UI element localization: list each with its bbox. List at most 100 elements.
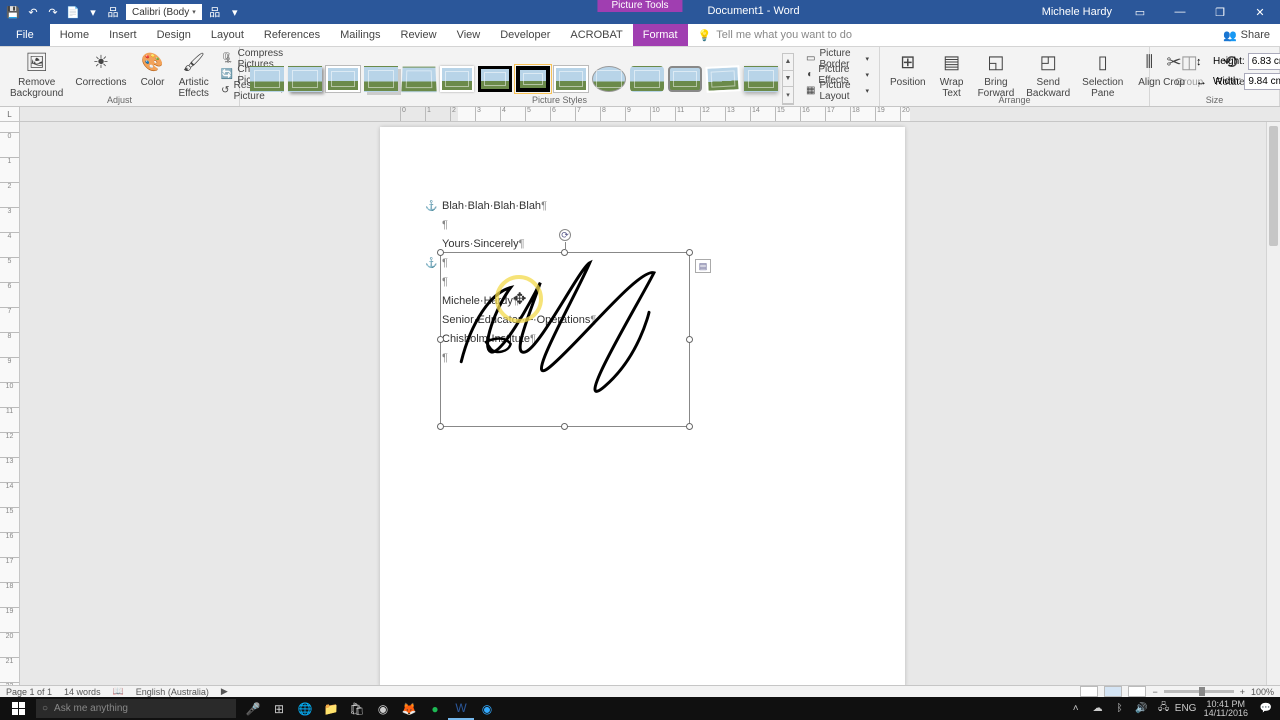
acrobat-tab[interactable]: ACROBAT: [560, 24, 632, 46]
review-tab[interactable]: Review: [391, 24, 447, 46]
restore-button[interactable]: ❐: [1200, 0, 1240, 24]
style-thumb[interactable]: [440, 66, 474, 92]
zoom-out-button[interactable]: −: [1152, 687, 1157, 697]
bluetooth-icon[interactable]: ᛒ: [1110, 697, 1130, 720]
zoom-level[interactable]: 100%: [1251, 687, 1274, 697]
position-button[interactable]: ⊞Position: [886, 49, 930, 90]
color-button[interactable]: 🎨Color: [135, 49, 171, 90]
clock[interactable]: 10:41 PM14/11/2016: [1198, 700, 1254, 718]
corrections-button[interactable]: ☀Corrections: [71, 49, 130, 90]
file-tab[interactable]: File: [0, 24, 50, 46]
vertical-ruler[interactable]: 012345678910111213141516171819202122: [0, 122, 20, 697]
resize-handle[interactable]: [686, 423, 693, 430]
cortana-search[interactable]: ○Ask me anything: [36, 699, 236, 718]
home-tab[interactable]: Home: [50, 24, 99, 46]
zoom-in-button[interactable]: +: [1240, 687, 1245, 697]
developer-tab[interactable]: Developer: [490, 24, 560, 46]
horizontal-ruler[interactable]: L 01234567891011121314151617181920: [0, 107, 1280, 122]
tell-me[interactable]: 💡Tell me what you want to do: [688, 24, 862, 46]
mailings-tab[interactable]: Mailings: [330, 24, 390, 46]
width-input[interactable]: [1244, 73, 1280, 90]
font-selector[interactable]: Calibri (Body: [126, 4, 202, 20]
word-count[interactable]: 14 words: [64, 687, 101, 697]
spotify-icon[interactable]: ●: [422, 697, 448, 720]
style-thumb[interactable]: [326, 66, 360, 92]
share-button[interactable]: 👥Share: [1213, 24, 1280, 46]
selected-picture[interactable]: ⟳ ▤: [440, 252, 690, 427]
read-mode-button[interactable]: [1080, 686, 1098, 697]
send-backward-button[interactable]: ◰Send Backward: [1022, 49, 1074, 101]
style-thumb[interactable]: [744, 66, 778, 92]
resize-handle[interactable]: [437, 336, 444, 343]
resize-handle[interactable]: [561, 423, 568, 430]
insert-tab[interactable]: Insert: [99, 24, 147, 46]
tray-up-icon[interactable]: ˄: [1066, 697, 1086, 720]
height-input[interactable]: [1248, 53, 1280, 70]
save-icon[interactable]: 💾: [6, 5, 20, 19]
resize-handle[interactable]: [437, 423, 444, 430]
wrap-text-button[interactable]: ▤Wrap Text: [934, 49, 970, 101]
remove-background-button[interactable]: 🖼Remove Background: [6, 49, 67, 101]
style-thumb[interactable]: [705, 65, 740, 93]
style-thumb[interactable]: [288, 66, 322, 92]
print-layout-button[interactable]: [1104, 686, 1122, 697]
resize-handle[interactable]: [437, 249, 444, 256]
artistic-effects-button[interactable]: 🖌Artistic Effects: [175, 49, 213, 101]
rotate-handle[interactable]: ⟳: [559, 229, 571, 241]
firefox-icon[interactable]: 🦊: [396, 697, 422, 720]
edge-icon[interactable]: 🌐: [292, 697, 318, 720]
resize-handle[interactable]: [686, 336, 693, 343]
layout-options-button[interactable]: ▤: [695, 259, 711, 273]
document-canvas[interactable]: ⚓Blah·Blah·Blah·Blah¶ ¶ Yours·Sincerely¶…: [20, 122, 1280, 697]
style-thumb-selected[interactable]: [516, 66, 550, 92]
explorer-icon[interactable]: 📁: [318, 697, 344, 720]
qat-icon[interactable]: 📄: [66, 5, 80, 19]
minimize-button[interactable]: —: [1160, 0, 1200, 24]
user-name[interactable]: Michele Hardy: [1034, 6, 1120, 18]
web-layout-button[interactable]: [1128, 686, 1146, 697]
network-icon[interactable]: 🖧: [1154, 697, 1174, 720]
chrome-icon[interactable]: ◉: [370, 697, 396, 720]
proofing-icon[interactable]: 📖: [113, 686, 124, 697]
style-thumb[interactable]: [668, 66, 702, 92]
page-indicator[interactable]: Page 1 of 1: [6, 687, 52, 697]
style-thumb[interactable]: [250, 66, 284, 92]
style-thumb[interactable]: [364, 66, 398, 92]
notifications-icon[interactable]: 💬: [1256, 697, 1276, 720]
mic-icon[interactable]: 🎤: [240, 697, 266, 720]
ribbon-options-icon[interactable]: ▭: [1120, 0, 1160, 24]
redo-icon[interactable]: ↷: [46, 5, 60, 19]
qat-more[interactable]: ▾: [228, 5, 242, 19]
vertical-scrollbar[interactable]: [1266, 122, 1280, 697]
references-tab[interactable]: References: [254, 24, 330, 46]
word-icon[interactable]: W: [448, 697, 474, 720]
macro-icon[interactable]: ▶: [221, 686, 228, 697]
resize-handle[interactable]: [686, 249, 693, 256]
start-button[interactable]: [0, 697, 36, 720]
org-icon[interactable]: 品: [208, 5, 222, 19]
language-indicator[interactable]: English (Australia): [136, 687, 209, 697]
style-thumb[interactable]: [401, 67, 436, 93]
resize-handle[interactable]: [561, 249, 568, 256]
view-tab[interactable]: View: [447, 24, 491, 46]
undo-icon[interactable]: ↶: [26, 5, 40, 19]
close-button[interactable]: ✕: [1240, 0, 1280, 24]
selection-pane-button[interactable]: ▯Selection Pane: [1078, 49, 1127, 101]
format-tab[interactable]: Format: [633, 24, 688, 46]
bring-forward-button[interactable]: ◱Bring Forward: [974, 49, 1019, 101]
store-icon[interactable]: 🛍: [344, 697, 370, 720]
lang-indicator[interactable]: ENG: [1176, 697, 1196, 720]
layout-tab[interactable]: Layout: [201, 24, 254, 46]
style-thumb[interactable]: [478, 66, 512, 92]
task-view-button[interactable]: ⊞: [266, 697, 292, 720]
zoom-slider[interactable]: [1164, 690, 1234, 693]
style-thumb[interactable]: [554, 66, 588, 92]
onedrive-icon[interactable]: ☁: [1088, 697, 1108, 720]
hierarchy-icon[interactable]: 品: [106, 5, 120, 19]
style-thumb[interactable]: [592, 66, 626, 92]
recording-icon[interactable]: ◉: [474, 697, 500, 720]
design-tab[interactable]: Design: [147, 24, 201, 46]
crop-button[interactable]: ✂Crop: [1156, 49, 1192, 90]
style-thumb[interactable]: [630, 66, 664, 92]
volume-icon[interactable]: 🔊: [1132, 697, 1152, 720]
